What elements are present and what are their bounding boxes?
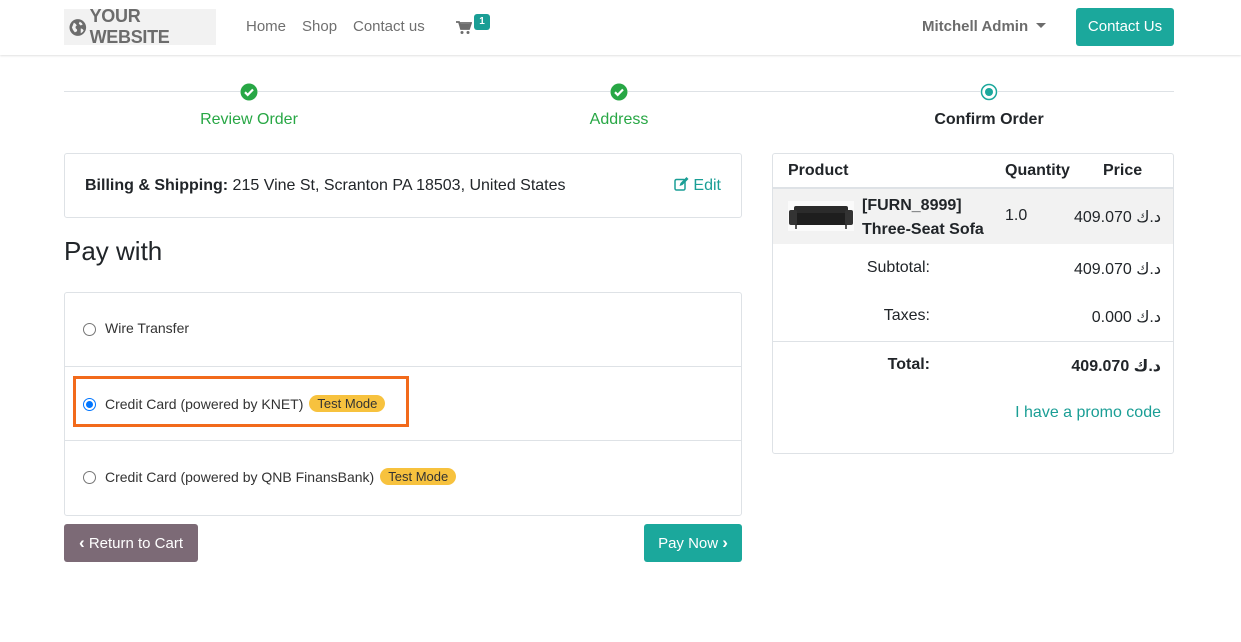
cart-count-badge: 1 [474, 14, 490, 30]
product-image[interactable] [788, 201, 854, 231]
payment-label[interactable]: Wire Transfer [105, 320, 189, 336]
billing-address: Billing & Shipping: 215 Vine St, Scranto… [85, 177, 566, 195]
step-confirm-order: Confirm Order [934, 111, 1044, 128]
return-to-cart-label: Return to Cart [88, 535, 184, 552]
edit-label: Edit [693, 177, 721, 194]
total-value: 409.070 د.ك [1071, 358, 1161, 375]
pay-with-heading: Pay with [64, 236, 163, 266]
chevron-right-icon: › [722, 533, 728, 552]
top-navbar: YOUR WEBSITE Home Shop Contact us 1 Mitc… [0, 0, 1241, 55]
payment-label: Credit Card (powered by QNB FinansBank) [105, 469, 375, 485]
check-circle-icon [610, 83, 628, 101]
nav-link-shop[interactable]: Shop [302, 18, 337, 35]
billing-shipping-card: Billing & Shipping: 215 Vine St, Scranto… [64, 153, 742, 218]
globe-icon [69, 18, 87, 36]
nav-link-home[interactable]: Home [246, 18, 286, 35]
selected-method-highlight [73, 376, 409, 427]
site-logo[interactable]: YOUR WEBSITE [64, 6, 216, 47]
product-title: Three-Seat Sofa [862, 221, 984, 238]
taxes-label: Taxes: [883, 307, 930, 324]
billing-label: Billing & Shipping: [85, 177, 229, 194]
taxes-value: 0.000 د.ك [1091, 309, 1161, 326]
promo-code-link[interactable]: I have a promo code [1015, 404, 1161, 422]
test-mode-badge: Test Mode [380, 468, 457, 485]
subtotal-label: Subtotal: [866, 259, 930, 276]
column-header-product: Product [788, 162, 849, 179]
user-menu[interactable]: Mitchell Admin [922, 18, 1047, 35]
contact-us-button[interactable]: Contact Us [1076, 8, 1174, 46]
caret-down-icon [1036, 23, 1047, 28]
step-address[interactable]: Address [519, 111, 719, 129]
order-summary: Product Quantity Price [FURN_8999] Three… [772, 153, 1174, 454]
step-review-order[interactable]: Review Order [149, 111, 349, 129]
product-code: [FURN_8999] [862, 197, 962, 214]
chevron-left-icon: ‹ [78, 533, 85, 552]
payment-label-qnb[interactable]: Credit Card (powered by QNB FinansBank) T… [105, 468, 457, 485]
cart-link[interactable]: 1 [456, 14, 492, 40]
logo-text: YOUR WEBSITE [89, 6, 170, 47]
billing-address-value: 215 Vine St, Scranton PA 18503, United S… [232, 177, 566, 194]
pay-now-button[interactable]: Pay Now › [644, 524, 742, 562]
shopping-cart-icon [456, 21, 472, 34]
payment-radio-wire-transfer[interactable] [83, 323, 96, 336]
payment-method-row[interactable]: Credit Card (powered by QNB FinansBank) T… [65, 441, 741, 515]
edit-icon [674, 177, 689, 191]
return-to-cart-button[interactable]: ‹ Return to Cart [64, 524, 198, 562]
product-name[interactable]: [FURN_8999] Three-Seat Sofa [862, 194, 984, 242]
product-price: 409.070 د.ك [1073, 209, 1161, 226]
edit-address-link[interactable]: Edit [674, 177, 721, 195]
pay-now-label: Pay Now [658, 535, 719, 552]
column-header-quantity: Quantity [1005, 162, 1070, 179]
nav-link-contact[interactable]: Contact us [353, 18, 425, 35]
summary-divider [773, 341, 1173, 342]
user-name: Mitchell Admin [922, 18, 1029, 35]
subtotal-value: 409.070 د.ك [1073, 261, 1161, 278]
check-circle-icon [240, 83, 258, 101]
payment-radio-qnb[interactable] [83, 471, 96, 484]
payment-method-row[interactable]: Wire Transfer [65, 293, 741, 367]
column-header-price: Price [1103, 162, 1143, 179]
product-quantity: 1.0 [1005, 207, 1028, 224]
total-label: Total: [887, 356, 930, 373]
current-step-dot-icon [980, 83, 998, 101]
